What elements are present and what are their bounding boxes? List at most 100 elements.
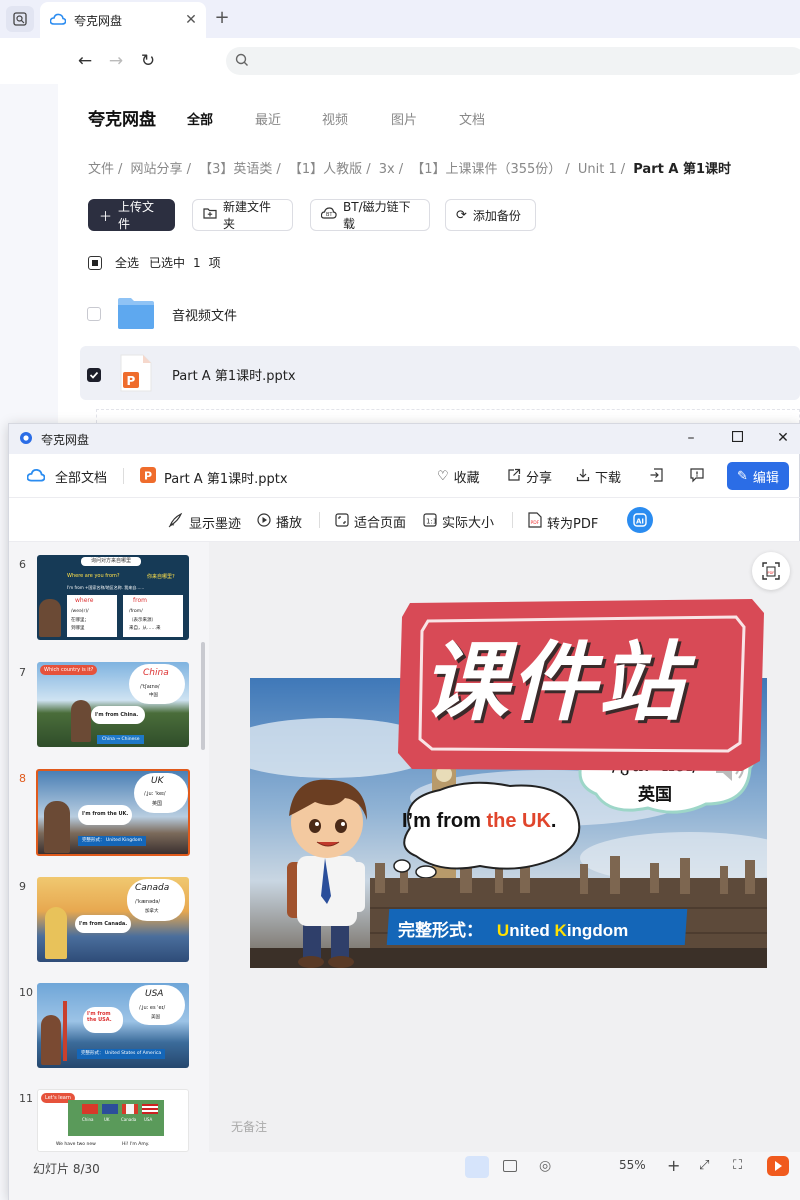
thumb-text: /ˈkænədə/ xyxy=(135,899,161,905)
thumb-text: I'm from China. xyxy=(95,712,139,718)
thumb-text: /ˌjuː es ˈeɪ/ xyxy=(139,1005,166,1011)
reload-icon[interactable]: ↻ xyxy=(137,50,159,72)
zoom-in-icon[interactable]: + xyxy=(667,1156,680,1175)
speech-prefix: I’m from xyxy=(402,810,487,832)
breadcrumb-sep: / xyxy=(186,162,191,177)
boy-character-illustration xyxy=(287,779,367,968)
thumb-text: /ˌjuː ˈkeɪ/ xyxy=(144,791,166,797)
selected-suffix: 项 xyxy=(208,256,221,270)
brand-title: 夸克网盘 xyxy=(88,110,156,130)
edit-button[interactable]: ✎ 编辑 xyxy=(727,462,789,490)
feedback-icon[interactable] xyxy=(689,467,705,483)
svg-text:P: P xyxy=(127,374,136,388)
breadcrumb-item[interactable]: 【1】人教版 xyxy=(289,162,362,177)
thumb-title: 询问对方来自哪里 xyxy=(81,557,141,566)
fit-page-label: 适合页面 xyxy=(354,516,407,531)
tab-search-icon[interactable] xyxy=(6,6,34,32)
download-button[interactable]: 下载 xyxy=(576,467,621,486)
breadcrumb-item[interactable]: 【3】英语类 xyxy=(199,162,272,177)
heart-icon: ♡ xyxy=(437,469,449,484)
selected-count: 1 xyxy=(193,255,201,270)
show-ink-button[interactable]: 显示墨迹 xyxy=(168,512,241,532)
slide-thumbnail[interactable]: 询问对方来自哪里 Where are you from? 你来自哪里? I'm … xyxy=(37,555,189,640)
thumb-number: 7 xyxy=(19,666,26,679)
upload-button[interactable]: ＋ 上传文件 xyxy=(88,199,175,231)
thumb-character xyxy=(44,801,70,853)
slideshow-play-icon[interactable] xyxy=(767,1156,789,1176)
new-tab-button[interactable]: + xyxy=(212,8,232,28)
tab-recent[interactable]: 最近 xyxy=(255,109,281,128)
breadcrumb-item[interactable]: 3x xyxy=(379,162,395,177)
play-label: 播放 xyxy=(276,516,303,531)
full-form-mid: nited xyxy=(509,921,555,940)
upload-label: 上传文件 xyxy=(118,200,155,231)
thumb-text: I'm from the USA. xyxy=(87,1011,112,1023)
all-docs-link[interactable]: 全部文档 xyxy=(26,467,107,486)
thumb-text: USA xyxy=(144,1117,153,1122)
thumb-text: I'm from +国家名称/地区名称. 我来自…… xyxy=(67,585,145,590)
search-icon xyxy=(234,52,250,72)
row-checkbox[interactable] xyxy=(87,307,101,321)
select-all-label[interactable]: 全选 xyxy=(115,254,139,271)
tab-all[interactable]: 全部 xyxy=(187,109,213,128)
slide-thumbnail[interactable]: Let's learn China UK Canada USA We have … xyxy=(37,1089,189,1152)
file-name[interactable]: Part A 第1课时.pptx xyxy=(172,365,296,384)
speech-text: I’m from the UK. xyxy=(402,810,556,833)
to-pdf-button[interactable]: PDF 转为PDF xyxy=(528,512,598,532)
tab-video[interactable]: 视频 xyxy=(322,109,348,128)
read-mode-icon[interactable]: ◎ xyxy=(539,1158,551,1174)
minimize-icon[interactable]: – xyxy=(681,430,701,448)
play-icon xyxy=(257,512,271,531)
svg-text:PDF: PDF xyxy=(531,520,540,526)
browser-tab[interactable]: 夸克网盘 ✕ xyxy=(40,2,206,38)
close-window-icon[interactable]: ✕ xyxy=(773,430,793,448)
file-name[interactable]: 音视频文件 xyxy=(172,305,237,324)
file-row-selected[interactable]: P Part A 第1课时.pptx xyxy=(80,346,800,400)
file-row[interactable]: 音视频文件 xyxy=(80,288,800,338)
notes-placeholder[interactable]: 无备注 xyxy=(231,1118,267,1135)
back-arrow-icon[interactable]: ← xyxy=(74,50,96,72)
cloud-logo-icon xyxy=(49,13,67,28)
ai-assistant-icon[interactable]: AI xyxy=(627,507,653,533)
pdf-scan-icon[interactable]: PDF xyxy=(752,552,790,590)
share-button[interactable]: 分享 xyxy=(507,467,552,486)
favorite-button[interactable]: ♡ 收藏 xyxy=(437,467,480,486)
normal-view-icon[interactable] xyxy=(465,1156,489,1178)
flag-china xyxy=(82,1104,98,1114)
tab-docs[interactable]: 文档 xyxy=(459,109,485,128)
add-backup-button[interactable]: ⟳ 添加备份 xyxy=(445,199,536,231)
maximize-icon[interactable] xyxy=(727,430,747,448)
breadcrumb-item[interactable]: 网站分享 xyxy=(131,162,183,177)
breadcrumb-item[interactable]: Unit 1 xyxy=(578,162,617,177)
slide-meaning: 英国 xyxy=(638,785,672,805)
new-folder-button[interactable]: 新建文件夹 xyxy=(192,199,293,231)
fit-page-button[interactable]: 适合页面 xyxy=(335,512,406,531)
thumb-text: Where are you from? xyxy=(67,573,120,579)
thumb-text: 到哪里 xyxy=(71,626,85,631)
full-form-text: 完整形式： United Kingdom xyxy=(398,916,628,941)
grid-view-icon[interactable] xyxy=(503,1160,517,1172)
close-tab-icon[interactable]: ✕ xyxy=(182,12,200,28)
fit-window-icon[interactable]: ⤢ xyxy=(699,1158,709,1173)
thumb-number-current: 8 xyxy=(19,772,26,785)
fullscreen-icon[interactable]: ⛶ xyxy=(733,1158,742,1173)
bt-download-button[interactable]: BT BT/磁力链下载 xyxy=(310,199,430,231)
zoom-level[interactable]: 55% xyxy=(619,1158,646,1172)
thumbnail-scrollbar[interactable] xyxy=(201,642,205,750)
export-icon[interactable] xyxy=(649,467,665,483)
forward-arrow-icon[interactable]: → xyxy=(105,50,127,72)
slide-thumbnail[interactable]: USA /ˌjuː es ˈeɪ/ 美国 I'm from the USA. 完… xyxy=(37,983,189,1068)
slide-thumbnail-current[interactable]: UK /ˌjuː ˈkeɪ/ 英国 I'm from the UK. 完整形式：… xyxy=(36,769,190,856)
tab-image[interactable]: 图片 xyxy=(391,109,417,128)
row-checkbox-checked[interactable] xyxy=(87,368,101,382)
slide-thumbnail[interactable]: Canada /ˈkænədə/ 加拿大 I'm from Canada. xyxy=(37,877,189,962)
browser-tab-bar: 夸克网盘 ✕ + xyxy=(0,0,800,38)
play-button[interactable]: 播放 xyxy=(257,512,302,531)
breadcrumb-item[interactable]: 文件 xyxy=(88,162,114,177)
address-bar[interactable] xyxy=(226,47,800,75)
select-all-checkbox[interactable] xyxy=(88,255,102,270)
bt-icon: BT xyxy=(320,206,337,224)
actual-size-button[interactable]: 1:1 实际大小 xyxy=(423,512,494,531)
slide-thumbnail[interactable]: Which country is it? China /ˈtʃaɪnə/ 中国 … xyxy=(37,662,189,747)
breadcrumb-item[interactable]: 【1】上课课件（355份） xyxy=(411,162,561,177)
